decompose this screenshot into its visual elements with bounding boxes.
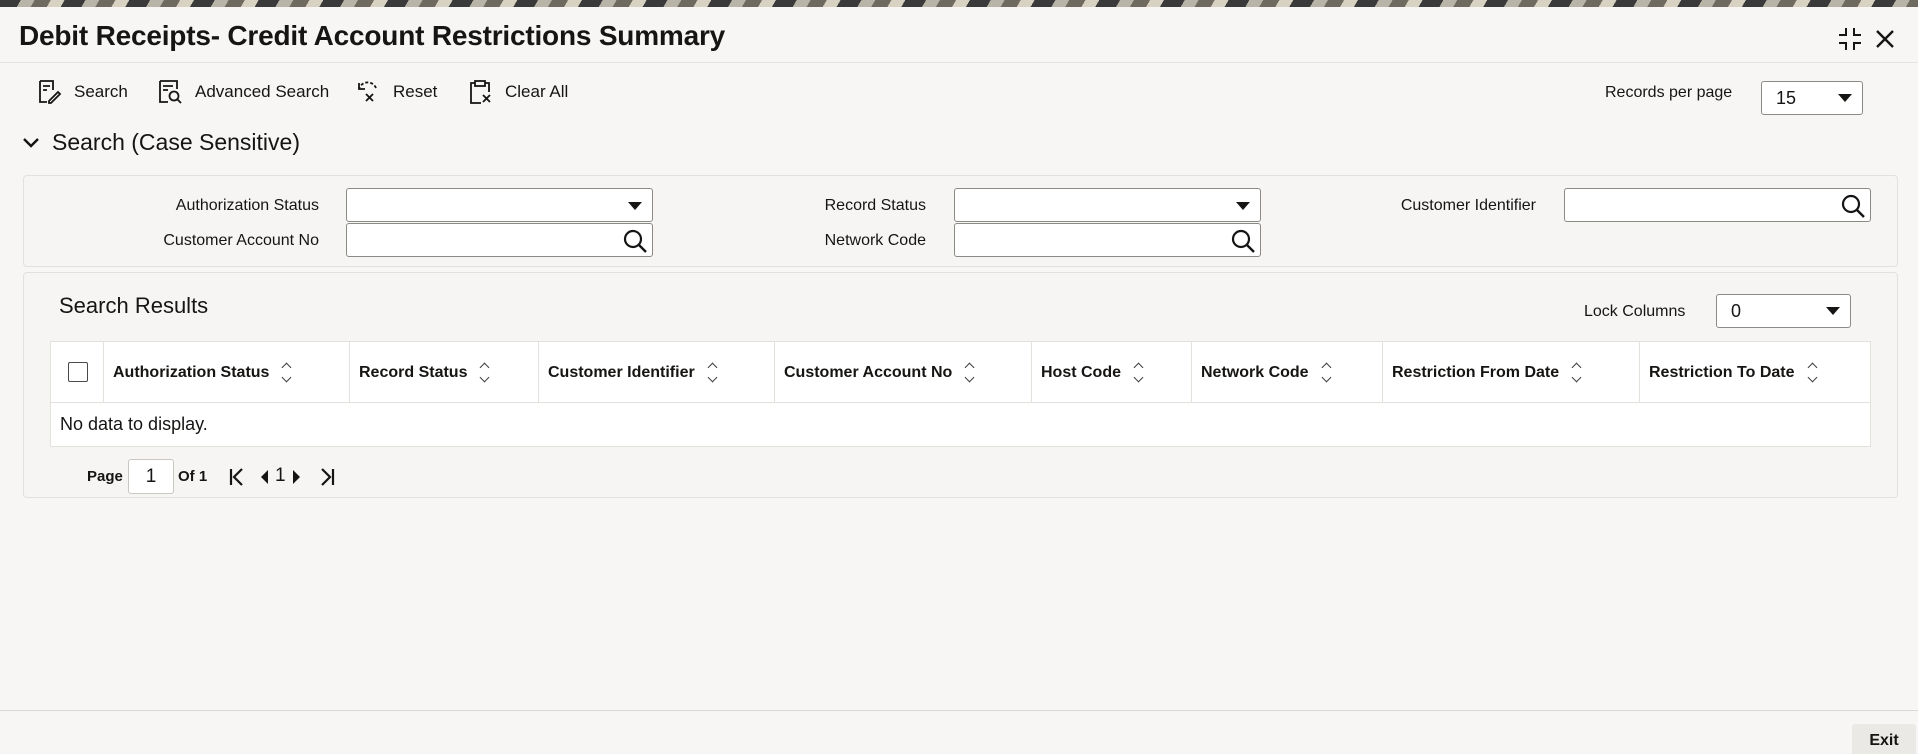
summary-window: Debit Receipts- Credit Account Restricti… [0, 7, 1918, 754]
column-label: Record Status [359, 363, 468, 381]
advanced-search-button[interactable]: Advanced Search [157, 77, 329, 107]
table-header: Authorization Status Record Status Custo… [51, 342, 1870, 403]
toolbar: Search Advanced Search Reset Clear All R… [0, 67, 1918, 117]
pagination: Page 1 Of 1 1 [63, 459, 463, 495]
customer-account-no-label: Customer Account No [163, 232, 319, 249]
search-button-label: Search [74, 82, 128, 101]
column-host-code[interactable]: Host Code [1031, 342, 1191, 403]
column-label: Host Code [1041, 363, 1121, 381]
sort-icon [281, 362, 292, 383]
column-restriction-from-date[interactable]: Restriction From Date [1382, 342, 1639, 403]
advanced-search-label: Advanced Search [195, 82, 330, 101]
sort-icon [1571, 362, 1582, 383]
chevron-down-icon [1236, 202, 1250, 210]
authorization-status-select[interactable] [346, 188, 653, 222]
footer-bar: Exit [0, 710, 1918, 754]
search-results-panel: Search Results Lock Columns 0 Authorizat… [23, 272, 1898, 498]
search-section-toggle[interactable]: Search (Case Sensitive) [22, 129, 300, 156]
minimize-button[interactable] [1836, 25, 1864, 53]
chevron-down-icon [1826, 307, 1840, 315]
page-number-input[interactable]: 1 [128, 459, 174, 494]
results-table: Authorization Status Record Status Custo… [50, 341, 1871, 447]
sort-icon [1321, 362, 1332, 383]
chevron-down-icon [628, 202, 642, 210]
clear-all-label: Clear All [505, 82, 569, 101]
close-button[interactable] [1871, 25, 1899, 53]
clear-all-button[interactable]: Clear All [467, 77, 568, 107]
reset-icon [358, 81, 377, 102]
sort-icon [707, 362, 718, 383]
search-icon[interactable] [1230, 228, 1256, 254]
search-section-title: Search (Case Sensitive) [52, 129, 300, 155]
column-restriction-to-date[interactable]: Restriction To Date [1639, 342, 1871, 403]
search-icon[interactable] [1840, 193, 1866, 219]
reset-button-label: Reset [393, 82, 438, 101]
title-bar: Debit Receipts- Credit Account Restricti… [0, 7, 1918, 63]
column-label: Customer Account No [784, 363, 953, 381]
record-status-select[interactable] [954, 188, 1261, 222]
sort-icon [964, 362, 975, 383]
records-per-page-label: Records per page [1605, 84, 1733, 101]
column-label: Customer Identifier [548, 363, 695, 381]
customer-account-no-input[interactable] [346, 223, 653, 257]
column-record-status[interactable]: Record Status [349, 342, 538, 403]
search-criteria-panel: Authorization Status Record Status Custo… [23, 175, 1898, 267]
page-total-label: Of 1 [178, 468, 208, 485]
next-page-icon[interactable] [291, 467, 303, 487]
chevron-down-icon [23, 137, 39, 148]
empty-table-message: No data to display. [60, 414, 208, 434]
close-icon [1876, 30, 1894, 48]
page-link[interactable]: 1 [275, 465, 286, 487]
page-title: Debit Receipts- Credit Account Restricti… [19, 20, 726, 51]
advanced-search-icon [159, 80, 182, 104]
column-authorization-status[interactable]: Authorization Status [103, 342, 349, 403]
lock-columns-value: 0 [1731, 300, 1742, 321]
records-per-page-value: 15 [1776, 87, 1797, 108]
collapse-icon [1839, 28, 1861, 50]
search-icon[interactable] [622, 228, 648, 254]
column-label: Authorization Status [113, 363, 270, 381]
record-status-label: Record Status [824, 197, 926, 214]
authorization-status-label: Authorization Status [175, 197, 319, 214]
column-network-code[interactable]: Network Code [1191, 342, 1382, 403]
network-code-input[interactable] [954, 223, 1261, 257]
top-decorative-stripe [0, 0, 1918, 7]
lock-columns-select[interactable]: 0 [1716, 294, 1851, 328]
column-label: Restriction To Date [1649, 363, 1795, 381]
column-customer-identifier[interactable]: Customer Identifier [538, 342, 774, 403]
column-label: Network Code [1201, 363, 1309, 381]
column-label: Restriction From Date [1392, 363, 1560, 381]
lock-columns-label: Lock Columns [1584, 303, 1686, 320]
clipboard-clear-icon [470, 80, 491, 104]
exit-button[interactable]: Exit [1852, 724, 1916, 754]
sort-icon [1807, 362, 1817, 383]
sort-icon [1133, 362, 1144, 383]
column-customer-account-no[interactable]: Customer Account No [774, 342, 1031, 403]
page-label: Page [87, 468, 123, 485]
records-per-page-select[interactable]: 15 [1761, 81, 1863, 115]
previous-page-icon[interactable] [258, 467, 270, 487]
search-doc-icon [39, 80, 62, 104]
sort-icon [480, 362, 490, 383]
network-code-label: Network Code [824, 232, 926, 249]
search-results-title: Search Results [59, 293, 209, 318]
select-all-checkbox[interactable] [68, 362, 88, 382]
customer-identifier-input[interactable] [1564, 188, 1871, 222]
reset-button[interactable]: Reset [355, 77, 437, 107]
chevron-down-icon [1838, 94, 1852, 102]
last-page-icon[interactable] [318, 467, 336, 487]
first-page-icon[interactable] [228, 467, 246, 487]
customer-identifier-label: Customer Identifier [1400, 197, 1536, 214]
search-button[interactable]: Search [36, 77, 128, 107]
